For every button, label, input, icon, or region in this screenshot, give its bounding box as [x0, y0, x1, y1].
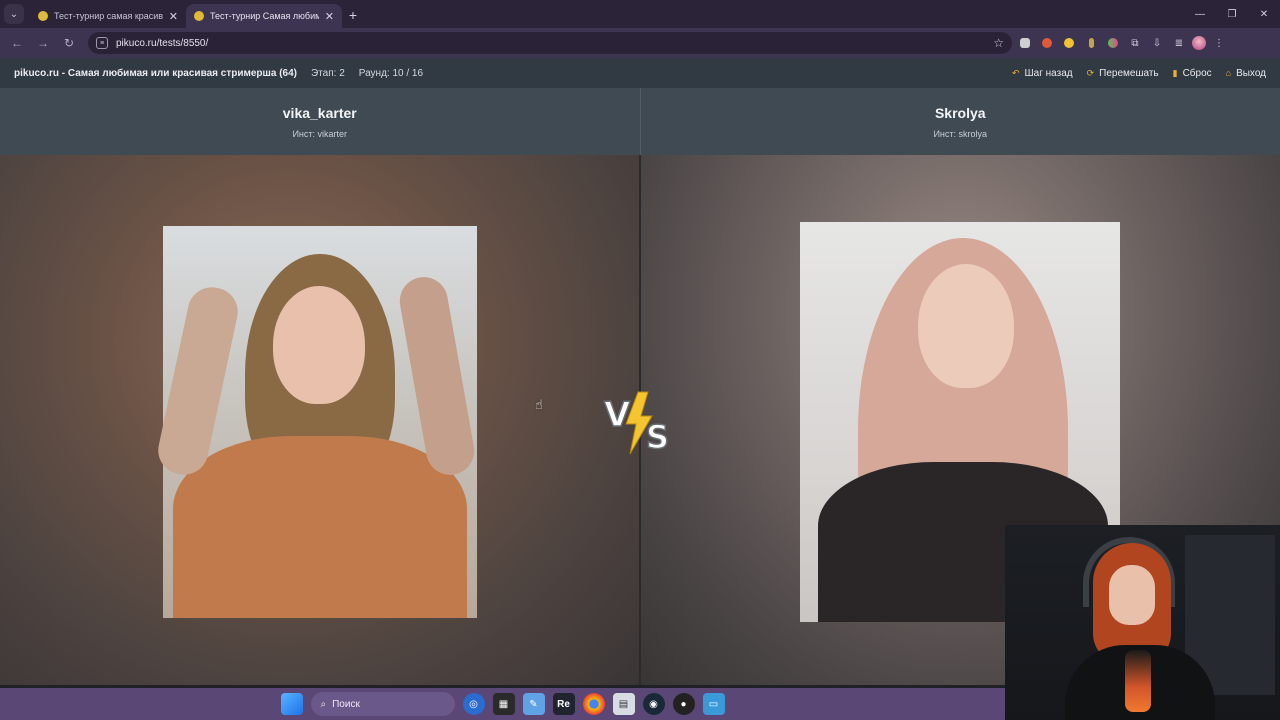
- vs-letter-v: V: [604, 395, 631, 435]
- site-header: pikuco.ru - Самая любимая или красивая с…: [0, 58, 1280, 88]
- extension-icon[interactable]: [1082, 34, 1100, 52]
- right-contestant-name: Skrolya: [934, 104, 986, 121]
- extension-icon[interactable]: [1038, 34, 1056, 52]
- bookmark-star-icon[interactable]: ☆: [993, 36, 1004, 50]
- browser-tabstrip: ⌄ Тест-турнир самая красивая с ✕ Тест-ту…: [0, 0, 1280, 28]
- photo-shirt: [173, 436, 467, 618]
- site-info-icon[interactable]: ≡: [96, 37, 108, 49]
- page-title: pikuco.ru - Самая любимая или красивая с…: [14, 67, 298, 79]
- left-contestant-photo[interactable]: [153, 226, 479, 618]
- url-text: pikuco.ru/tests/8550/: [116, 37, 209, 49]
- extension-icon[interactable]: [1104, 34, 1122, 52]
- figma-icon[interactable]: ▦: [492, 693, 515, 715]
- left-contestant-insta: Инст: vikarter: [292, 128, 348, 139]
- forward-arrow-icon[interactable]: →: [32, 32, 54, 54]
- step-back-button[interactable]: ↶ Шаг назад: [1012, 68, 1073, 79]
- downloads-icon[interactable]: ⇩: [1148, 34, 1166, 52]
- browser-toolbar: ← → ↻ ≡ pikuco.ru/tests/8550/ ☆ ⧉ ⇩ ≣ ⋮: [0, 28, 1280, 58]
- search-icon: ⌕: [320, 698, 327, 710]
- versus-badge: V S: [603, 391, 670, 457]
- shuffle-icon: ⟳: [1086, 67, 1095, 78]
- right-contestant-insta: Инст: skrolya: [933, 128, 988, 139]
- reload-icon[interactable]: ↻: [58, 32, 80, 54]
- favicon-icon: [38, 11, 48, 21]
- webcam-microphone: [1125, 650, 1151, 712]
- new-tab-icon[interactable]: +: [342, 4, 364, 26]
- right-contestant-info: Skrolya Инст: skrolya: [639, 88, 1280, 155]
- chrome-icon[interactable]: [582, 693, 605, 715]
- tab-inactive[interactable]: Тест-турнир самая красивая с ✕: [30, 4, 186, 28]
- home-icon: ⌂: [1225, 68, 1232, 78]
- file-explorer-icon[interactable]: ▤: [612, 693, 635, 715]
- taskbar-search[interactable]: ⌕ Поиск: [310, 692, 455, 716]
- steam-icon[interactable]: ◉: [642, 693, 665, 715]
- photo-face: [918, 264, 1014, 388]
- editor-pen-icon[interactable]: ✎: [522, 693, 545, 715]
- extension-icon[interactable]: [1060, 34, 1078, 52]
- tab-title: Тест-турнир Самая любимая и: [210, 11, 319, 21]
- close-window-icon[interactable]: ✕: [1248, 0, 1280, 28]
- trash-icon: ▮: [1172, 67, 1178, 78]
- back-arrow-icon[interactable]: ←: [6, 32, 28, 54]
- windows-start-icon[interactable]: [280, 693, 303, 715]
- undo-icon: ↶: [1011, 67, 1020, 78]
- shuffle-label: Перемешать: [1099, 67, 1159, 79]
- profile-avatar[interactable]: [1192, 36, 1206, 50]
- shuffle-button[interactable]: ⟳ Перемешать: [1087, 68, 1159, 79]
- address-bar[interactable]: ≡ pikuco.ru/tests/8550/ ☆: [88, 32, 1012, 54]
- left-choice-panel[interactable]: [0, 155, 639, 685]
- window-controls: — ❐ ✕: [1184, 0, 1280, 28]
- photo-face: [273, 286, 365, 404]
- minimize-icon[interactable]: —: [1184, 0, 1216, 28]
- exit-label: Выход: [1236, 67, 1266, 79]
- app-re-icon[interactable]: Re: [552, 693, 575, 715]
- step-back-label: Шаг назад: [1024, 67, 1073, 79]
- tab-title: Тест-турнир самая красивая с: [54, 11, 163, 21]
- stage-indicator: Этап: 2: [311, 67, 345, 79]
- media-control-icon[interactable]: ≣: [1170, 34, 1188, 52]
- close-tab-icon[interactable]: ✕: [325, 10, 334, 23]
- windows-taskbar: ⌕ Поиск ◎ ▦ ✎ Re ▤ ◉ ● ▭: [0, 688, 1005, 720]
- vs-letter-s: S: [646, 418, 669, 456]
- notepad-icon[interactable]: ▭: [702, 693, 725, 715]
- favicon-icon: [194, 11, 204, 21]
- header-actions: ↶ Шаг назад ⟳ Перемешать ▮ Сброс ⌂ Выход: [1012, 68, 1266, 79]
- round-indicator: Раунд: 10 / 16: [358, 67, 424, 79]
- obs-icon[interactable]: ●: [672, 693, 695, 715]
- contestant-names: vika_karter Инст: vikarter Skrolya Инст:…: [0, 88, 1280, 155]
- restore-icon[interactable]: ❐: [1216, 0, 1248, 28]
- reset-button[interactable]: ▮ Сброс: [1173, 68, 1212, 79]
- extension-icon[interactable]: [1016, 34, 1034, 52]
- reset-label: Сброс: [1182, 67, 1212, 79]
- tab-search-menu-icon[interactable]: ⌄: [4, 4, 24, 24]
- exit-button[interactable]: ⌂ Выход: [1226, 68, 1266, 79]
- left-contestant-name: vika_karter: [282, 104, 357, 121]
- webcam-face: [1109, 565, 1155, 625]
- search-placeholder: Поиск: [332, 698, 360, 710]
- mouse-pointer-icon: ☝: [535, 397, 543, 412]
- tab-active[interactable]: Тест-турнир Самая любимая и ✕: [186, 4, 342, 28]
- left-contestant-info: vika_karter Инст: vikarter: [0, 88, 640, 155]
- close-tab-icon[interactable]: ✕: [169, 10, 178, 23]
- streamer-webcam: [1005, 525, 1280, 720]
- menu-kebab-icon[interactable]: ⋮: [1210, 34, 1228, 52]
- extensions-puzzle-icon[interactable]: ⧉: [1126, 34, 1144, 52]
- copilot-icon[interactable]: ◎: [462, 693, 485, 715]
